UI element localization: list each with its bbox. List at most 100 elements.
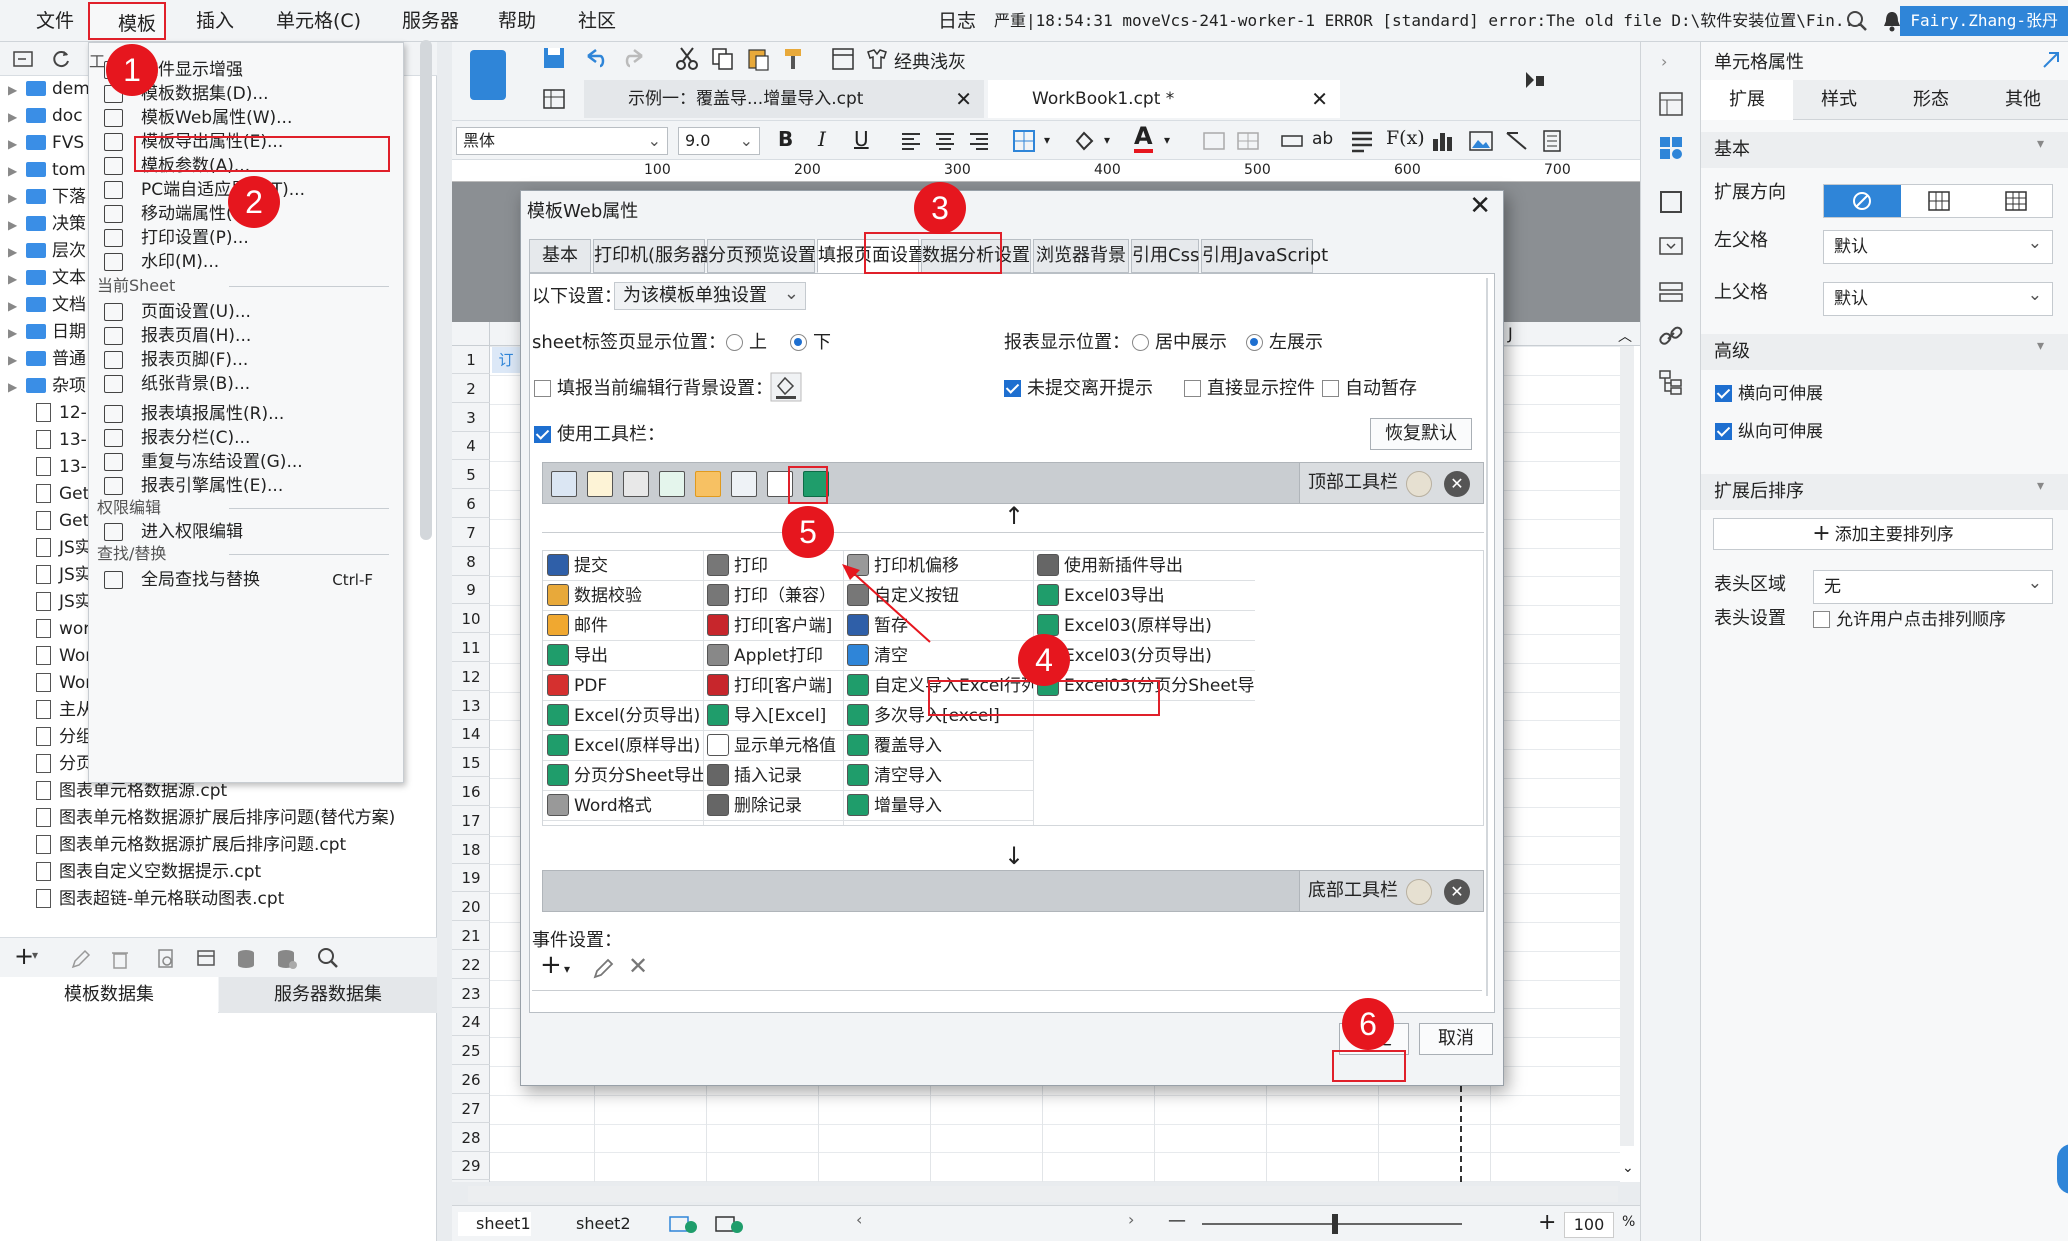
export-toolbar-icon[interactable] bbox=[659, 471, 685, 497]
direct-widget-checkbox[interactable]: 直接显示控件 bbox=[1184, 374, 1315, 404]
toolbar-button-option[interactable]: 导出 bbox=[543, 641, 703, 671]
tab-workbook1[interactable]: WorkBook1.cpt * ✕ bbox=[988, 80, 1340, 118]
mail-toolbar-icon[interactable] bbox=[695, 471, 721, 497]
vertical-scrollbar[interactable] bbox=[1620, 346, 1634, 1146]
horizontal-expand-icon[interactable] bbox=[2004, 190, 2028, 212]
row-number[interactable]: 26 bbox=[452, 1066, 490, 1094]
header-area-select[interactable]: 无 bbox=[1813, 567, 2053, 604]
chevron-down-icon[interactable]: ▾ bbox=[2037, 478, 2044, 494]
zoom-input[interactable]: 100 bbox=[1564, 1212, 1614, 1238]
expand-arrow-icon[interactable]: ▶ bbox=[8, 77, 22, 103]
sub-report-icon[interactable] bbox=[1540, 129, 1564, 153]
toolbar-button-option[interactable]: 增量导入 bbox=[843, 791, 1033, 821]
edit-icon[interactable] bbox=[70, 948, 92, 970]
row-number[interactable]: 22 bbox=[452, 951, 490, 979]
section-basic[interactable] bbox=[1701, 132, 2068, 168]
arrow-up-icon[interactable]: ↑ bbox=[1004, 502, 1024, 530]
tab-javascript[interactable]: 引用JavaScript bbox=[1201, 239, 1328, 273]
expand-arrow-icon[interactable]: ▶ bbox=[8, 131, 22, 157]
restore-default-button[interactable]: 恢复默认 bbox=[1370, 418, 1472, 450]
bell-icon[interactable] bbox=[1882, 10, 1902, 32]
row-number[interactable]: 13 bbox=[452, 692, 490, 720]
chevron-down-icon[interactable]: ▾ bbox=[32, 948, 38, 962]
zoom-out-icon[interactable]: — bbox=[1168, 1210, 1186, 1231]
style-label[interactable]: 经典浅灰 bbox=[894, 48, 966, 74]
print-toolbar-icon[interactable] bbox=[623, 471, 649, 497]
row-number[interactable]: 5 bbox=[452, 461, 490, 490]
toolbar-button-option[interactable]: 打印[客户端] bbox=[703, 671, 843, 701]
font-color-icon[interactable]: A bbox=[1134, 123, 1153, 153]
chevron-down-icon[interactable]: ▾ bbox=[564, 962, 570, 976]
search-icon[interactable] bbox=[1846, 10, 1868, 32]
toolbar-button-option[interactable]: Excel03(原样导出) bbox=[1033, 611, 1255, 641]
row-number[interactable]: 11 bbox=[452, 634, 490, 662]
top-toolbar-strip[interactable]: 顶部工具栏 ✕ bbox=[542, 462, 1484, 504]
tab-expand[interactable]: 扩展 bbox=[1701, 80, 1793, 120]
chevron-right-icon[interactable]: › bbox=[1661, 52, 1667, 71]
toolbar-button-option[interactable]: 使用新插件导出 bbox=[1033, 551, 1255, 581]
expand-arrow-icon[interactable]: ▶ bbox=[8, 158, 22, 184]
tab-other[interactable]: 其他 bbox=[1977, 80, 2068, 120]
menu-template-highlight[interactable]: 模板 bbox=[88, 2, 166, 40]
toolbar-button-option[interactable]: 打印（兼容） bbox=[703, 581, 843, 611]
chevron-down-icon[interactable]: ▾ bbox=[2037, 136, 2044, 152]
add-sheet-icon[interactable] bbox=[668, 1214, 698, 1234]
align-center-icon[interactable] bbox=[934, 131, 956, 151]
italic-icon[interactable]: I bbox=[818, 127, 826, 151]
toolbar-button-option[interactable]: 导入[Excel] bbox=[703, 701, 843, 731]
undo-icon[interactable] bbox=[582, 46, 608, 72]
chevron-right-icon[interactable]: › bbox=[1128, 1210, 1134, 1229]
gear-icon[interactable] bbox=[1406, 879, 1432, 905]
merge-cells-icon[interactable] bbox=[1202, 129, 1226, 153]
row-number[interactable]: 20 bbox=[452, 893, 490, 922]
format-painter-icon[interactable] bbox=[782, 46, 808, 72]
collapse-icon[interactable] bbox=[2041, 50, 2061, 70]
paint-bucket-icon[interactable] bbox=[770, 372, 802, 402]
menu-insert[interactable]: 插入 bbox=[186, 0, 244, 42]
tab-example-file[interactable]: 示例一：覆盖导...增量导入.cpt ✕ bbox=[584, 80, 984, 118]
align-left-icon[interactable] bbox=[900, 131, 922, 151]
sheet-position-top-radio[interactable]: 上 bbox=[720, 328, 767, 358]
chevron-down-icon[interactable]: ⌄ bbox=[1622, 1160, 1634, 1176]
menu-server[interactable]: 服务器 bbox=[392, 0, 469, 42]
style-icon[interactable] bbox=[864, 46, 890, 72]
slash-icon[interactable] bbox=[1504, 129, 1530, 153]
toolbar-button-option[interactable]: 删除记录 bbox=[703, 791, 843, 821]
arrow-down-icon[interactable]: ↓ bbox=[1004, 842, 1024, 870]
align-right-icon[interactable] bbox=[968, 131, 990, 151]
close-icon[interactable]: ✕ bbox=[1311, 80, 1328, 118]
menu-community[interactable]: 社区 bbox=[568, 0, 626, 42]
link-icon[interactable] bbox=[1657, 322, 1685, 350]
chevron-left-icon[interactable]: ‹ bbox=[856, 1210, 862, 1229]
report-left-radio[interactable]: 左展示 bbox=[1240, 328, 1323, 358]
delete-icon[interactable]: ✕ bbox=[628, 952, 648, 980]
toolbar-button-option[interactable]: 数据校验 bbox=[543, 581, 703, 611]
cancel-button[interactable]: 取消 bbox=[1419, 1023, 1493, 1055]
close-icon[interactable]: ✕ bbox=[1469, 191, 1491, 221]
fill-color-icon[interactable] bbox=[1072, 129, 1096, 153]
h-expand-checkbox[interactable]: 横向可伸展 bbox=[1715, 380, 1823, 408]
row-number[interactable]: 19 bbox=[452, 864, 490, 893]
expand-arrow-icon[interactable]: ▶ bbox=[8, 212, 22, 238]
settings-scope-select[interactable]: 为该模板单独设置 ⌄ bbox=[614, 282, 806, 310]
row-number[interactable]: 29 bbox=[452, 1152, 490, 1181]
close-circle-icon[interactable]: ✕ bbox=[1444, 471, 1470, 497]
menu-global-find-replace[interactable]: 全局查找与替换 Ctrl-F bbox=[89, 565, 403, 595]
autosave-checkbox[interactable]: 自动暂存 bbox=[1322, 374, 1417, 404]
image-icon[interactable] bbox=[1468, 129, 1494, 153]
add-event-icon[interactable]: + bbox=[540, 950, 562, 980]
vertical-expand-icon[interactable] bbox=[1927, 190, 1951, 212]
row-number[interactable]: 24 bbox=[452, 1008, 490, 1037]
row-number[interactable]: 23 bbox=[452, 980, 490, 1008]
dialog-scrollbar[interactable] bbox=[1486, 278, 1488, 996]
row-number[interactable]: 28 bbox=[452, 1124, 490, 1152]
row-number[interactable]: 14 bbox=[452, 720, 490, 749]
cell-element-icon[interactable] bbox=[1657, 90, 1685, 118]
section-advanced[interactable] bbox=[1701, 334, 2068, 370]
bold-icon[interactable]: B bbox=[778, 127, 793, 151]
border-icon[interactable] bbox=[1012, 129, 1036, 153]
cut-icon[interactable] bbox=[674, 46, 700, 72]
insert-row-toolbar-icon[interactable] bbox=[731, 471, 757, 497]
toolbar-button-option[interactable]: Applet打印 bbox=[703, 641, 843, 671]
menu-file[interactable]: 文件 bbox=[26, 0, 84, 42]
